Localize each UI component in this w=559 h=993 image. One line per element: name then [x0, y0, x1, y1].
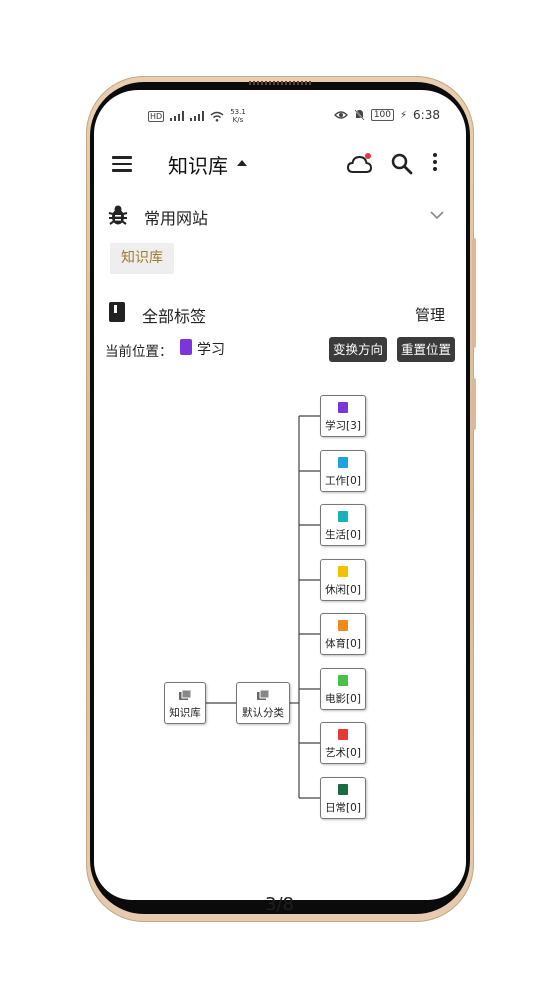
tag-icon — [338, 511, 348, 522]
search-icon[interactable] — [390, 152, 414, 176]
bookmark-icon — [109, 302, 125, 322]
tag-icon — [338, 675, 348, 686]
app-bar: 知识库 — [94, 148, 466, 188]
tree-node-label: 知识库 — [169, 707, 201, 719]
current-location-label: 当前位置： — [105, 344, 173, 360]
app-title[interactable]: 知识库 — [168, 150, 228, 179]
tag-icon — [338, 729, 348, 740]
tag-icon — [338, 457, 348, 468]
tree-node-label: 生活[0] — [325, 529, 361, 541]
caret-up-icon[interactable] — [237, 160, 247, 166]
all-tags-label: 全部标签 — [142, 307, 207, 326]
manage-button[interactable]: 管理 — [415, 304, 445, 325]
tree-node-category[interactable]: 默认分类 — [236, 682, 290, 724]
wifi-icon — [210, 111, 224, 122]
switch-direction-button[interactable]: 变换方向 — [329, 337, 388, 362]
tree-connectors — [206, 415, 320, 799]
side-button-bottom — [472, 378, 476, 430]
bug-icon — [108, 205, 128, 225]
side-button-top — [472, 238, 476, 348]
battery-icon: 100 — [370, 109, 395, 121]
tree-node-child[interactable]: 日常[0] — [320, 777, 366, 819]
current-location-value: 学习 — [197, 342, 225, 358]
hd-badge: HD — [148, 110, 165, 122]
tree-node-label: 电影[0] — [325, 693, 361, 705]
net-speed-value: 53.1 — [230, 108, 246, 116]
tag-tree[interactable]: 知识库 默认分类 学习[3] 工作[0] 生活[0] 休闲[0] 体育[0] 电影[0] 艺术[… — [94, 380, 466, 840]
tree-node-label: 日常[0] — [325, 802, 361, 814]
tree-node-label: 默认分类 — [242, 707, 284, 719]
tag-icon — [338, 402, 348, 413]
folder-icon — [179, 690, 191, 700]
chevron-down-icon[interactable] — [430, 208, 444, 222]
net-speed: 53.1 K/s — [230, 108, 246, 124]
tree-node-child[interactable]: 工作[0] — [320, 450, 366, 492]
charging-icon: ⚡ — [400, 109, 408, 121]
common-sites-row[interactable]: 常用网站 — [94, 202, 466, 230]
site-chip-knowledge-base[interactable]: 知识库 — [110, 243, 174, 274]
tree-node-label: 艺术[0] — [325, 747, 361, 759]
tag-color-icon — [180, 339, 192, 355]
tree-node-label: 休闲[0] — [325, 584, 361, 596]
folder-icon — [257, 690, 269, 700]
tree-node-child[interactable]: 艺术[0] — [320, 722, 366, 764]
signal-2-icon — [190, 111, 205, 121]
page-indicator: 3/8 — [265, 894, 294, 915]
reset-position-button[interactable]: 重置位置 — [397, 337, 456, 362]
signal-1-icon — [170, 111, 185, 121]
tree-node-label: 工作[0] — [325, 475, 361, 487]
tree-node-child[interactable]: 电影[0] — [320, 668, 366, 710]
menu-icon[interactable] — [112, 156, 132, 172]
more-vert-icon[interactable] — [432, 153, 438, 173]
tree-node-label: 体育[0] — [325, 638, 361, 650]
tree-node-child[interactable]: 学习[3] — [320, 395, 366, 437]
mute-bell-icon — [354, 109, 365, 121]
cloud-icon[interactable] — [346, 152, 374, 176]
clock: 6:38 — [413, 108, 440, 122]
tag-icon — [338, 784, 348, 795]
speaker-grille — [249, 81, 311, 85]
tag-icon — [338, 620, 348, 631]
net-speed-unit: K/s — [232, 116, 244, 124]
status-bar: HD 53.1 K/s 100 ⚡ 6:38 — [94, 108, 466, 124]
common-sites-label: 常用网站 — [144, 209, 209, 228]
app-screen: HD 53.1 K/s 100 ⚡ 6:38 知识库 常用网站 知识库 全部标签… — [94, 90, 466, 900]
tree-node-root[interactable]: 知识库 — [164, 682, 206, 724]
tree-node-child[interactable]: 生活[0] — [320, 504, 366, 546]
tree-node-child[interactable]: 休闲[0] — [320, 559, 366, 601]
tree-node-child[interactable]: 体育[0] — [320, 613, 366, 655]
tree-node-label: 学习[3] — [325, 420, 361, 432]
all-tags-row: 全部标签 管理 — [94, 300, 466, 326]
cloud-badge — [365, 153, 371, 159]
tag-icon — [338, 566, 348, 577]
eye-icon — [333, 111, 348, 119]
